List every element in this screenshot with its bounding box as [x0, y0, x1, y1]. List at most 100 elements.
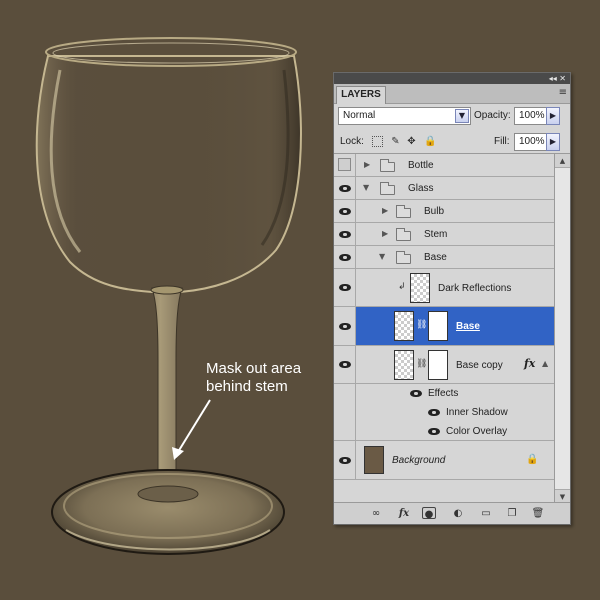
- effects-toggle-triangle-icon[interactable]: ▲: [542, 359, 548, 368]
- opacity-value: 100%: [519, 110, 545, 121]
- eye-icon[interactable]: [339, 254, 351, 261]
- eye-icon[interactable]: [339, 208, 351, 215]
- fill-label: Fill:: [494, 136, 510, 147]
- eye-icon[interactable]: [339, 185, 351, 192]
- visibility-toggle[interactable]: [334, 403, 356, 422]
- annotation-line-1: Mask out area: [206, 360, 302, 377]
- fill-field[interactable]: 100% ▶: [514, 133, 560, 151]
- fill-slider-arrow-icon[interactable]: ▶: [546, 133, 560, 151]
- effect-name: Inner Shadow: [446, 407, 508, 418]
- folder-icon: [396, 205, 411, 218]
- layer-name: Stem: [424, 229, 448, 240]
- mask-link-chain-icon[interactable]: ⛓: [416, 359, 427, 369]
- panel-menu-icon[interactable]: ≡: [559, 87, 567, 98]
- chevron-down-icon[interactable]: ▼: [455, 109, 469, 123]
- effect-name: Color Overlay: [446, 426, 508, 437]
- layer-row-stem[interactable]: ▶ Stem: [334, 223, 554, 246]
- panel-title-bar[interactable]: ◂◂ ✕: [334, 73, 570, 84]
- eye-icon[interactable]: [428, 428, 440, 435]
- layer-row-base-copy[interactable]: ⛓ Base copy fx ▲: [334, 346, 554, 384]
- visibility-toggle[interactable]: [334, 246, 356, 268]
- layers-panel: ◂◂ ✕ LAYERS ≡ Normal ▼ Opacity: 100% ▶ L…: [333, 72, 571, 525]
- layer-name: Base: [456, 321, 480, 332]
- eye-icon[interactable]: [339, 457, 351, 464]
- panel-window-controls[interactable]: ◂◂ ✕: [549, 73, 566, 84]
- eye-icon[interactable]: [339, 361, 351, 368]
- visibility-toggle[interactable]: [334, 441, 356, 479]
- lock-position-move-icon[interactable]: ✥: [406, 136, 417, 147]
- layer-mask-thumbnail[interactable]: [428, 311, 448, 341]
- visibility-toggle[interactable]: [334, 200, 356, 222]
- layer-thumbnail[interactable]: [364, 446, 384, 474]
- layer-row-inner-shadow[interactable]: Inner Shadow: [334, 403, 554, 422]
- fill-value: 100%: [519, 136, 545, 147]
- scroll-down-icon[interactable]: ▼: [555, 489, 570, 503]
- clipping-arrow-icon: ↲: [398, 282, 406, 292]
- expand-triangle-icon[interactable]: ▶: [382, 229, 388, 238]
- layer-row-bulb[interactable]: ▶ Bulb: [334, 200, 554, 223]
- visibility-toggle[interactable]: [334, 346, 356, 383]
- eye-icon[interactable]: [339, 284, 351, 291]
- add-layer-style-fx-icon[interactable]: fx: [396, 507, 412, 520]
- annotation-line-2: behind stem: [206, 378, 288, 395]
- eye-icon[interactable]: [339, 231, 351, 238]
- delete-layer-trash-icon[interactable]: 🗑: [530, 507, 546, 520]
- eye-icon[interactable]: [410, 390, 422, 397]
- folder-icon: [380, 159, 395, 172]
- lock-transparency-icon[interactable]: [372, 136, 383, 147]
- expand-triangle-icon[interactable]: ▶: [364, 160, 370, 169]
- scroll-up-icon[interactable]: ▲: [555, 154, 570, 168]
- tab-layers[interactable]: LAYERS: [336, 86, 386, 104]
- layers-bottom-toolbar: ∞ fx ● ◐ ▭ ❐ 🗑: [334, 502, 570, 524]
- layer-row-color-overlay[interactable]: Color Overlay: [334, 422, 554, 441]
- layer-thumbnail[interactable]: [394, 311, 414, 341]
- layers-list: ▶ Bottle ▼ Glass ▶ Bulb ▶ Stem ▼ Base ↲ …: [334, 154, 554, 503]
- folder-icon: [396, 228, 411, 241]
- fx-icon[interactable]: fx: [524, 357, 535, 370]
- expand-triangle-icon[interactable]: ▶: [382, 206, 388, 215]
- visibility-toggle[interactable]: [334, 154, 356, 176]
- layer-name: Bulb: [424, 206, 445, 217]
- add-mask-icon[interactable]: ●: [422, 507, 436, 520]
- eye-icon[interactable]: [339, 323, 351, 330]
- layer-thumbnail[interactable]: [394, 350, 414, 380]
- mask-link-chain-icon[interactable]: ⛓: [416, 320, 427, 330]
- opacity-slider-arrow-icon[interactable]: ▶: [546, 107, 560, 125]
- layer-row-bottle[interactable]: ▶ Bottle: [334, 154, 554, 177]
- layer-name: Dark Reflections: [438, 283, 512, 294]
- visibility-toggle[interactable]: [334, 422, 356, 440]
- adjustment-layer-icon[interactable]: ◐: [450, 507, 466, 520]
- blend-mode-value: Normal: [343, 110, 376, 121]
- layer-row-effects[interactable]: Effects: [334, 384, 554, 403]
- layer-name: Bottle: [408, 160, 434, 171]
- layer-mask-thumbnail[interactable]: [428, 350, 448, 380]
- layer-row-background[interactable]: Background 🔒: [334, 441, 554, 480]
- new-layer-icon[interactable]: ❐: [504, 507, 520, 520]
- opacity-field[interactable]: 100% ▶: [514, 107, 560, 125]
- eye-icon[interactable]: [428, 409, 440, 416]
- lock-image-brush-icon[interactable]: ✎: [390, 136, 401, 147]
- visibility-toggle[interactable]: [334, 223, 356, 245]
- layer-row-dark-reflections[interactable]: ↲ Dark Reflections: [334, 269, 554, 307]
- link-layers-icon[interactable]: ∞: [368, 507, 384, 520]
- visibility-off-box[interactable]: [338, 158, 351, 171]
- blend-mode-select[interactable]: Normal ▼: [338, 107, 471, 125]
- layer-row-base-selected[interactable]: ⛓ Base: [334, 307, 554, 346]
- folder-icon: [380, 182, 395, 195]
- layer-thumbnail[interactable]: [410, 273, 430, 303]
- visibility-toggle[interactable]: [334, 307, 356, 345]
- layer-row-glass[interactable]: ▼ Glass: [334, 177, 554, 200]
- lock-all-padlock-icon[interactable]: 🔒: [424, 136, 436, 147]
- visibility-toggle[interactable]: [334, 177, 356, 199]
- glass-bowl: [35, 37, 302, 293]
- annotation-arrow: [172, 399, 211, 460]
- layer-name: Base: [424, 252, 447, 263]
- new-group-folder-icon[interactable]: ▭: [478, 507, 494, 520]
- layer-name: Base copy: [456, 360, 503, 371]
- layers-scrollbar[interactable]: ▲ ▼: [554, 154, 570, 503]
- collapse-triangle-icon[interactable]: ▼: [379, 252, 385, 261]
- visibility-toggle[interactable]: [334, 384, 356, 403]
- layer-row-base-group[interactable]: ▼ Base: [334, 246, 554, 269]
- collapse-triangle-icon[interactable]: ▼: [363, 183, 369, 192]
- visibility-toggle[interactable]: [334, 269, 356, 306]
